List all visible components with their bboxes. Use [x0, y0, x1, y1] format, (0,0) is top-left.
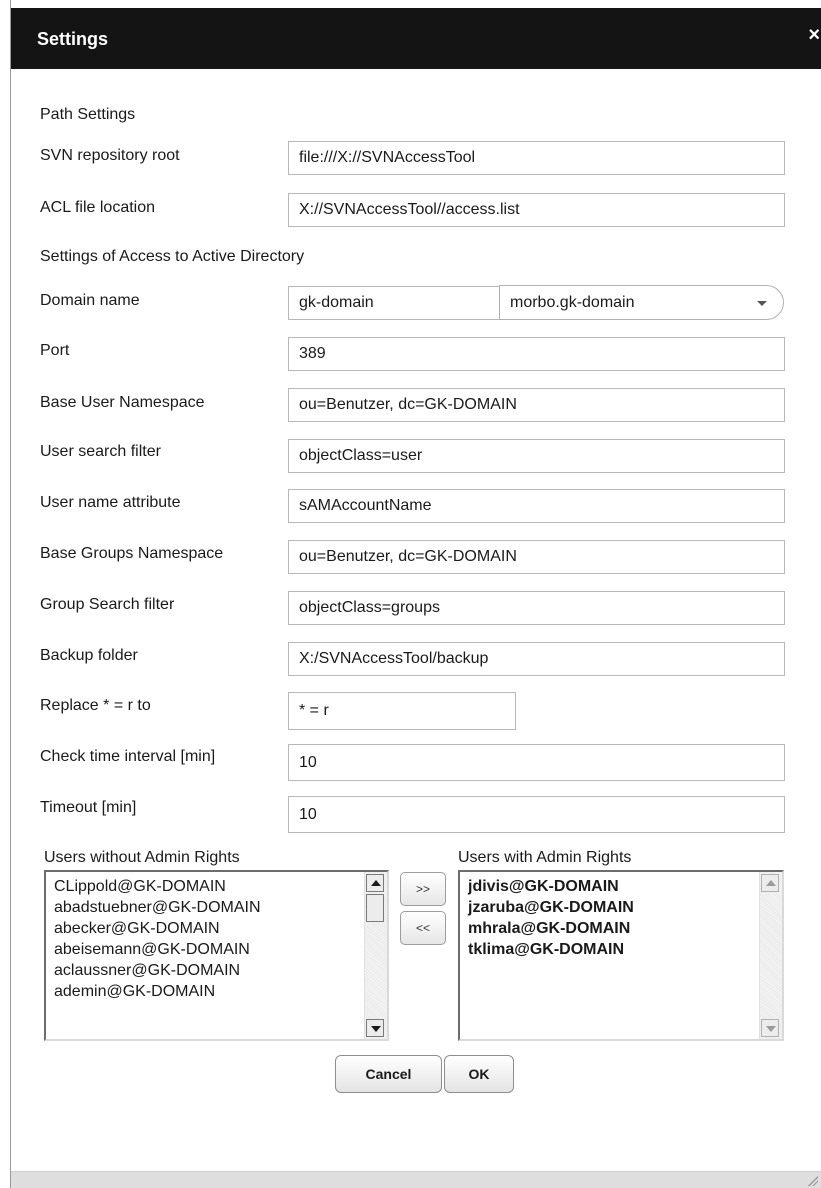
acl-location-input[interactable] [288, 193, 785, 227]
ad-settings-heading: Settings of Access to Active Directory [40, 248, 305, 265]
user-name-attribute-input[interactable] [288, 489, 785, 523]
group-search-filter-input[interactable] [288, 591, 785, 625]
scroll-down-button[interactable] [366, 1019, 384, 1037]
user-search-filter-label: User search filter [40, 443, 161, 460]
replace-label: Replace * = r to [40, 697, 151, 714]
users-without-admin-items: CLippold@GK-DOMAIN abadstuebner@GK-DOMAIN… [54, 876, 261, 1002]
group-search-filter-label: Group Search filter [40, 596, 175, 613]
list-item[interactable]: ademin@GK-DOMAIN [54, 981, 261, 1002]
check-interval-input[interactable] [288, 744, 785, 781]
users-with-admin-scrollbar[interactable] [759, 872, 782, 1039]
list-item[interactable]: tklima@GK-DOMAIN [468, 939, 634, 960]
list-item[interactable]: aclaussner@GK-DOMAIN [54, 960, 261, 981]
chevron-down-icon [757, 301, 767, 306]
remove-admin-button[interactable]: << [400, 911, 446, 945]
list-item[interactable]: abecker@GK-DOMAIN [54, 918, 261, 939]
resize-grip-icon[interactable] [808, 1176, 818, 1186]
base-user-namespace-input[interactable] [288, 388, 785, 422]
backup-folder-input[interactable] [288, 642, 785, 676]
scroll-up-button[interactable] [761, 874, 779, 892]
port-input[interactable] [288, 337, 785, 371]
path-settings-heading: Path Settings [40, 106, 136, 123]
replace-input[interactable] [288, 692, 516, 730]
users-with-admin-items: jdivis@GK-DOMAIN jzaruba@GK-DOMAIN mhrala@… [468, 876, 634, 960]
list-item[interactable]: jzaruba@GK-DOMAIN [468, 897, 634, 918]
triangle-down-icon [371, 1026, 381, 1032]
users-without-admin-list[interactable]: CLippold@GK-DOMAIN abadstuebner@GK-DOMAIN… [44, 870, 389, 1041]
users-with-admin-label: Users with Admin Rights [458, 849, 632, 866]
list-item[interactable]: abeisemann@GK-DOMAIN [54, 939, 261, 960]
triangle-up-icon [766, 880, 776, 886]
scroll-up-button[interactable] [366, 874, 384, 892]
acl-location-label: ACL file location [40, 199, 156, 216]
triangle-up-icon [371, 880, 381, 886]
domain-name-input[interactable] [288, 286, 500, 320]
list-item[interactable]: CLippold@GK-DOMAIN [54, 876, 261, 897]
cancel-button[interactable]: Cancel [335, 1055, 442, 1093]
domain-controller-select[interactable]: morbo.gk-domain [499, 285, 784, 320]
list-item[interactable]: jdivis@GK-DOMAIN [468, 876, 634, 897]
base-groups-namespace-label: Base Groups Namespace [40, 545, 224, 562]
base-groups-namespace-input[interactable] [288, 540, 785, 574]
scroll-down-button[interactable] [761, 1019, 779, 1037]
users-without-admin-label: Users without Admin Rights [44, 849, 240, 866]
check-interval-label: Check time interval [min] [40, 748, 216, 765]
settings-dialog: Settings × Path Settings SVN repository … [10, 0, 821, 1188]
user-search-filter-input[interactable] [288, 439, 785, 473]
dialog-title: Settings [37, 29, 109, 49]
domain-controller-value: morbo.gk-domain [510, 294, 635, 311]
list-item[interactable]: abadstuebner@GK-DOMAIN [54, 897, 261, 918]
domain-name-label: Domain name [40, 292, 140, 309]
timeout-input[interactable] [288, 796, 785, 833]
svn-root-input[interactable] [288, 141, 785, 175]
users-with-admin-list[interactable]: jdivis@GK-DOMAIN jzaruba@GK-DOMAIN mhrala@… [458, 870, 784, 1041]
base-user-namespace-label: Base User Namespace [40, 394, 205, 411]
port-label: Port [40, 342, 70, 359]
triangle-down-icon [766, 1026, 776, 1032]
timeout-label: Timeout [min] [40, 799, 137, 816]
user-name-attribute-label: User name attribute [40, 494, 181, 511]
dialog-footer [11, 1171, 821, 1188]
users-without-admin-scrollbar[interactable] [364, 872, 387, 1039]
dialog-titlebar[interactable]: Settings × [11, 8, 821, 69]
backup-folder-label: Backup folder [40, 647, 138, 664]
add-admin-button[interactable]: >> [400, 872, 446, 906]
scroll-thumb[interactable] [366, 894, 384, 922]
ok-button[interactable]: OK [444, 1055, 514, 1093]
svn-root-label: SVN repository root [40, 147, 180, 164]
list-item[interactable]: mhrala@GK-DOMAIN [468, 918, 634, 939]
top-strip [11, 0, 821, 8]
close-icon[interactable]: × [808, 25, 820, 45]
